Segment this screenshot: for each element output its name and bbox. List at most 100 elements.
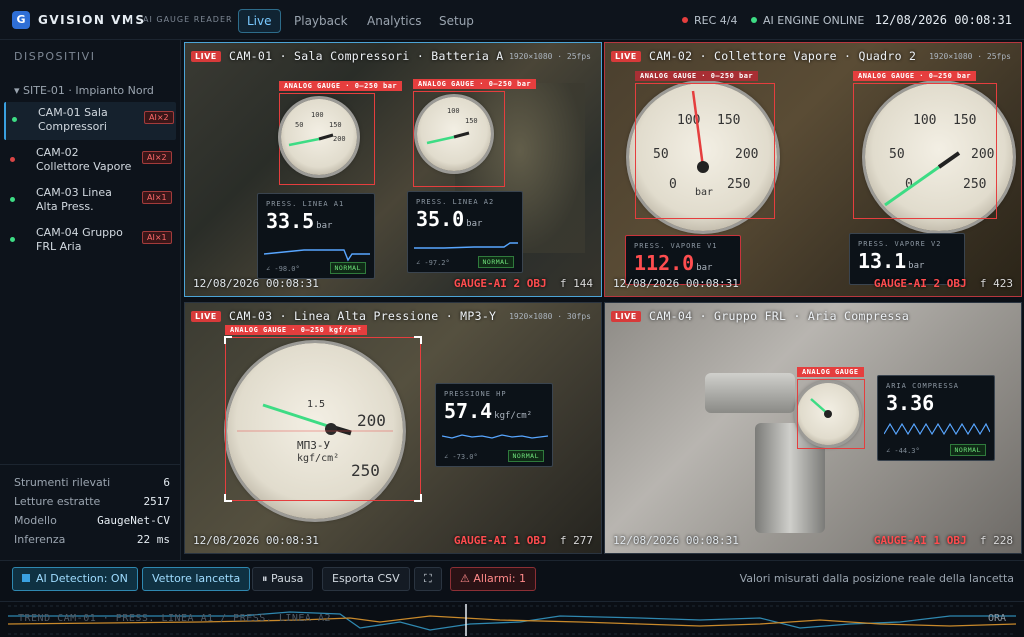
camera-title: CAM-01 · Sala Compressori · Batteria A (229, 49, 504, 63)
device-ai-badge: AI×2 (144, 111, 174, 124)
status-badge: NORMAL (477, 256, 514, 268)
reading-label: PRESS. VAPORE V1 (634, 242, 718, 250)
engine-status: AI ENGINE ONLINE (751, 14, 864, 27)
device-name: CAM-02 Collettore Vapore (36, 146, 132, 173)
reading-card-a1[interactable]: PRESS. LINEA A1 33.5 bar ∠ -98.0° NORMAL (257, 193, 375, 279)
alarms-button[interactable]: ⚠ Allarmi: 1 (450, 567, 537, 591)
reading-value: 35.0 bar (416, 207, 483, 231)
gauge-a1: 50 100 150 200 (281, 99, 357, 175)
stat-readings: Letture estratte 2517 (14, 495, 170, 508)
reading-value: 3.36 (886, 391, 935, 415)
nav-analytics[interactable]: Analytics (358, 9, 431, 33)
export-csv-button[interactable]: Esporta CSV (322, 567, 410, 591)
corner-mark (224, 336, 232, 344)
camera-timestamp: 12/08/2026 00:08:31 (193, 534, 319, 547)
status-dot-icon (10, 237, 15, 242)
device-name: CAM-03 Linea Alta Press. (36, 186, 112, 213)
trend-label: TREND CAM-01 · PRESS. LINEA A1 / PRESS. … (18, 613, 331, 624)
reading-angle: ∠ -97.2° (416, 259, 450, 267)
top-bar: G GVISION VMS AI GAUGE READER Live Playb… (0, 0, 1024, 40)
camera-title: CAM-02 · Collettore Vapore · Quadro 2 (649, 49, 917, 63)
reading-value: 112.0 bar (634, 251, 713, 275)
reading-angle: ∠ -73.0° (444, 453, 478, 461)
pipe-fitting (705, 373, 795, 413)
camera-resolution: 1920×1080 · 25fps (929, 52, 1011, 61)
clock: 12/08/2026 00:08:31 (874, 13, 1012, 27)
reading-label: PRESS. VAPORE V2 (858, 240, 942, 248)
stat-model: Modello GaugeNet-CV (14, 514, 170, 527)
reading-angle: ∠ -98.0° (266, 265, 300, 273)
sidebar-device-cam-03[interactable]: CAM-03 Linea Alta Press. AI×1 (4, 182, 176, 220)
sidebar-device-cam-04[interactable]: CAM-04 Gruppo FRL Aria AI×1 (4, 222, 176, 260)
status-badge: NORMAL (507, 450, 544, 462)
camera-title: CAM-04 · Gruppo FRL · Aria Compressa (649, 309, 910, 323)
camera-resolution: 1920×1080 · 30fps (509, 312, 591, 321)
pause-button[interactable]: ⏸ Pausa (252, 567, 314, 591)
camera-panel-cam-01[interactable]: LIVE CAM-01 · Sala Compressori · Batteri… (184, 42, 602, 297)
trend-now-label: ORA (987, 613, 1006, 624)
nav-live[interactable]: Live (238, 9, 281, 33)
status-dot-icon (10, 197, 15, 202)
detection-box-frl[interactable]: ANALOG GAUGE (797, 367, 865, 449)
live-badge: LIVE (611, 311, 641, 322)
reading-label: PRESSIONE HP (444, 390, 507, 398)
ai-object-count: GAUGE-AI 1 OBJ f 277 (453, 534, 593, 547)
reading-label: PRESS. LINEA A2 (416, 198, 495, 206)
corner-mark (414, 336, 422, 344)
detection-tag: ANALOG GAUGE · 0–250 bar (635, 71, 759, 81)
reading-card-frl[interactable]: ARIA COMPRESSA 3.36 ∠ -44.3° NORMAL (877, 375, 995, 461)
detection-box-v2[interactable]: ANALOG GAUGE · 0–250 bar (853, 71, 997, 219)
status-badge: NORMAL (329, 262, 366, 274)
sparkline (264, 249, 370, 262)
live-badge: LIVE (611, 51, 641, 62)
rec-status: REC 4/4 (682, 14, 737, 27)
live-badge: LIVE (191, 51, 221, 62)
app-subtitle: AI GAUGE READER (132, 15, 233, 24)
detection-tag: ANALOG GAUGE (797, 367, 864, 377)
site-group[interactable]: ▾ SITE-01 · Impianto Nord (14, 84, 154, 97)
toggle-square-icon (22, 574, 30, 582)
sparkline (884, 422, 990, 436)
reading-label: ARIA COMPRESSA (886, 382, 960, 390)
stat-inference: Inferenza 22 ms (14, 533, 170, 546)
camera-title: CAM-03 · Linea Alta Pressione · MP3-Y (229, 309, 497, 323)
sparkline (414, 242, 518, 249)
sidebar-device-cam-02[interactable]: CAM-02 Collettore Vapore AI×2 (4, 142, 176, 180)
sidebar-divider (0, 464, 180, 465)
sidebar-device-cam-01[interactable]: CAM-01 Sala Compressori AI×2 (4, 102, 176, 140)
ai-object-count: GAUGE-AI 1 OBJ f 228 (873, 534, 1013, 547)
reading-card-hp[interactable]: PRESSIONE HP 57.4 kgf/cm² ∠ -73.0° NORMAL (435, 383, 553, 467)
detection-tag: ANALOG GAUGE · 0–250 bar (279, 81, 403, 91)
sidebar: DISPOSITIVI ▾ SITE-01 · Impianto Nord CA… (0, 40, 181, 560)
sidebar-title: DISPOSITIVI (14, 50, 96, 63)
live-badge: LIVE (191, 311, 221, 322)
device-ai-badge: AI×1 (142, 191, 172, 204)
app-title: GVISION VMS (38, 13, 146, 27)
device-name: CAM-04 Gruppo FRL Aria (36, 226, 123, 253)
camera-panel-cam-03[interactable]: LIVE CAM-03 · Linea Alta Pressione · MP3… (184, 302, 602, 554)
camera-panel-cam-04[interactable]: LIVE CAM-04 · Gruppo FRL · Aria Compress… (604, 302, 1022, 554)
stat-instruments: Strumenti rilevati 6 (14, 476, 170, 489)
device-ai-badge: AI×1 (142, 231, 172, 244)
nav-setup[interactable]: Setup (430, 9, 483, 33)
rec-dot-icon (682, 17, 688, 23)
status-dot-icon (12, 117, 17, 122)
camera-panel-cam-02[interactable]: LIVE CAM-02 · Collettore Vapore · Quadro… (604, 42, 1022, 297)
fullscreen-button[interactable]: ⛶ (414, 567, 442, 591)
corner-mark (224, 494, 232, 502)
ai-detection-toggle[interactable]: AI Detection: ON (12, 567, 138, 591)
toolbar-hint: Valori misurati dalla posizione reale de… (739, 572, 1014, 585)
needle-vector-toggle[interactable]: Vettore lancetta (142, 567, 251, 591)
detection-box-hp[interactable]: ANALOG GAUGE · 0–250 kgf/cm² (224, 325, 422, 502)
reading-card-a2[interactable]: PRESS. LINEA A2 35.0 bar ∠ -97.2° NORMAL (407, 191, 523, 273)
status-badge: NORMAL (949, 444, 986, 456)
device-ai-badge: AI×2 (142, 151, 172, 164)
camera-timestamp: 12/08/2026 00:08:31 (613, 277, 739, 290)
app-logo: G (12, 11, 30, 29)
detection-box-v1[interactable]: ANALOG GAUGE · 0–250 bar (635, 71, 775, 219)
nav-playback[interactable]: Playback (285, 9, 357, 33)
camera-timestamp: 12/08/2026 00:08:31 (613, 534, 739, 547)
ai-object-count: GAUGE-AI 2 OBJ f 144 (453, 277, 593, 290)
engine-dot-icon (751, 17, 757, 23)
reading-value: 13.1 bar (858, 249, 925, 273)
